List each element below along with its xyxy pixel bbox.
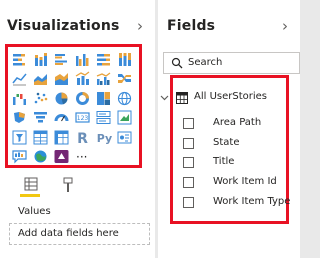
more-visuals-icon[interactable]: ···	[76, 150, 87, 164]
python-visual-icon[interactable]: Py	[96, 130, 113, 145]
field-checkbox[interactable]	[183, 138, 194, 149]
table-name: All UserStories	[194, 91, 268, 102]
chevron-right-icon[interactable]: ›	[137, 17, 143, 35]
search-input[interactable]: Search	[163, 52, 300, 74]
matrix-icon[interactable]	[54, 130, 69, 145]
clustered-column-chart-icon[interactable]	[75, 52, 90, 67]
svg-text:Py: Py	[97, 132, 112, 145]
treemap-icon[interactable]	[96, 91, 111, 106]
clustered-bar-chart-icon[interactable]	[54, 52, 69, 67]
field-checkbox[interactable]	[183, 157, 194, 168]
field-checkbox[interactable]	[183, 197, 194, 208]
map-icon[interactable]	[117, 91, 132, 106]
format-tab-icon[interactable]	[63, 177, 73, 193]
visualizations-pane: Visualizations › 123 R Py ··· Values Add…	[0, 0, 155, 258]
kpi-icon[interactable]	[117, 110, 132, 125]
waterfall-chart-icon[interactable]	[12, 91, 27, 106]
filled-map-icon[interactable]	[12, 110, 27, 125]
scatter-chart-icon[interactable]	[33, 91, 48, 106]
add-data-fields-dropzone[interactable]: Add data fields here	[9, 223, 150, 245]
line-and-stacked-column-chart-icon[interactable]	[75, 71, 90, 86]
table-icon	[176, 92, 188, 104]
chevron-right-icon[interactable]: ›	[282, 17, 288, 35]
values-label: Values	[18, 206, 51, 217]
slicer-icon[interactable]	[12, 130, 27, 145]
field-label: Work Item Type	[213, 196, 291, 207]
donut-chart-icon[interactable]	[75, 91, 90, 106]
svg-text:123: 123	[77, 115, 89, 122]
qa-visual-icon[interactable]	[12, 149, 27, 164]
pie-chart-icon[interactable]	[54, 91, 69, 106]
stacked-area-chart-icon[interactable]	[54, 71, 69, 86]
field-label: Work Item Id	[213, 176, 277, 187]
r-script-visual-icon[interactable]: R	[75, 130, 90, 145]
powerapps-visual-icon[interactable]	[54, 149, 69, 164]
funnel-icon[interactable]	[33, 110, 48, 125]
active-tab-underline	[20, 194, 40, 197]
fields-tab-icon[interactable]	[24, 177, 38, 191]
fields-title: Fields	[167, 18, 216, 34]
100-percent-stacked-column-chart-icon[interactable]	[117, 52, 132, 67]
field-label: State	[213, 137, 240, 148]
area-chart-icon[interactable]	[33, 71, 48, 86]
stacked-column-chart-icon[interactable]	[33, 52, 48, 67]
card-icon[interactable]: 123	[75, 110, 90, 125]
chevron-down-icon[interactable]	[160, 93, 169, 102]
visualizations-title: Visualizations	[7, 18, 120, 34]
line-chart-icon[interactable]	[12, 71, 27, 86]
search-placeholder: Search	[188, 57, 223, 68]
search-icon	[171, 57, 183, 69]
svg-text:R: R	[77, 131, 88, 145]
add-data-fields-placeholder: Add data fields here	[18, 228, 119, 239]
key-influencers-icon[interactable]	[117, 130, 132, 145]
table-visual-icon[interactable]	[33, 130, 48, 145]
field-checkbox[interactable]	[183, 118, 194, 129]
arcgis-map-icon[interactable]	[33, 149, 48, 164]
line-and-clustered-column-chart-icon[interactable]	[96, 71, 111, 86]
stacked-bar-chart-icon[interactable]	[12, 52, 27, 67]
field-label: Title	[213, 156, 235, 167]
field-checkbox[interactable]	[183, 177, 194, 188]
multi-row-card-icon[interactable]	[96, 110, 111, 125]
field-label: Area Path	[213, 117, 262, 128]
100-percent-stacked-bar-chart-icon[interactable]	[96, 52, 111, 67]
ribbon-chart-icon[interactable]	[117, 71, 132, 86]
gauge-icon[interactable]	[54, 110, 69, 125]
visualization-gallery: 123 R Py ···	[5, 44, 142, 168]
